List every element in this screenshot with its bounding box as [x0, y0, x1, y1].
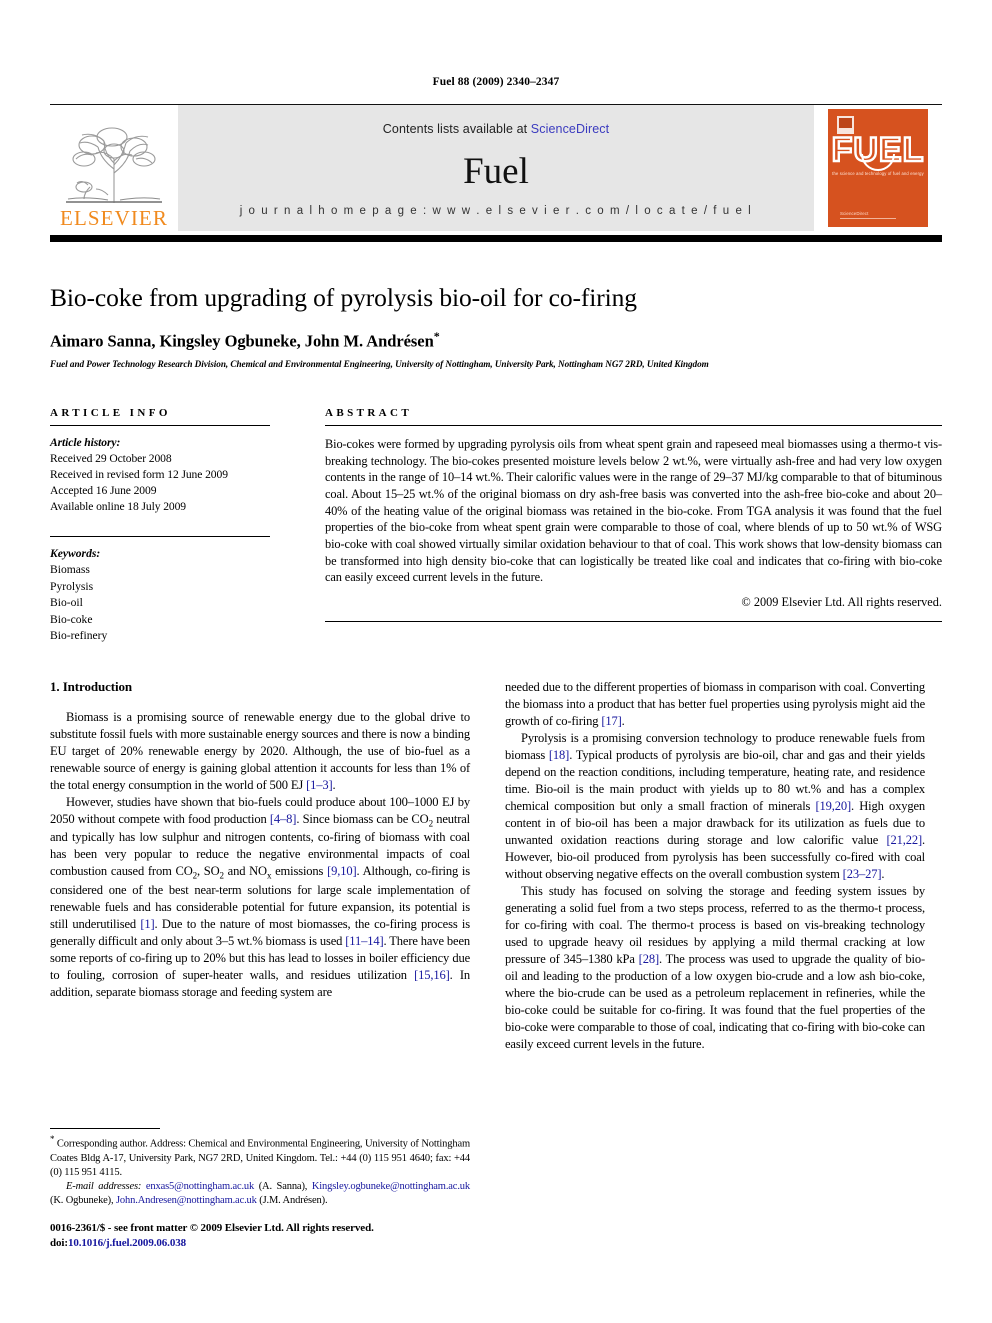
article-page: Fuel 88 (2009) 2340–2347 ELSEVIER Conten…: [0, 0, 992, 1323]
email-owner-sanna: (A. Sanna),: [254, 1180, 312, 1192]
imprint-block: 0016-2361/$ - see front matter © 2009 El…: [50, 1221, 470, 1251]
abstract-heading: ABSTRACT: [325, 407, 413, 420]
info-abstract-region: ARTICLE INFO Article history: Received 2…: [50, 407, 942, 645]
citation-link[interactable]: [9,10]: [327, 864, 357, 878]
footnote-region: * Corresponding author. Address: Chemica…: [50, 1128, 470, 1251]
journal-title: Fuel: [463, 151, 529, 192]
history-item: Available online 18 July 2009: [50, 500, 186, 514]
keyword-item: Bio-oil: [50, 596, 83, 610]
email-owner-andresen: (J.M. Andrésen).: [256, 1194, 328, 1206]
email-label: E-mail addresses:: [66, 1180, 142, 1192]
paragraph: Pyrolysis is a promising conversion tech…: [505, 730, 925, 881]
sciencedirect-link[interactable]: ScienceDirect: [531, 122, 609, 136]
citation-link[interactable]: [23–27]: [843, 867, 882, 881]
paragraph: Biomass is a promising source of renewab…: [50, 709, 470, 792]
author-list: Aimaro Sanna, Kingsley Ogbuneke, John M.…: [50, 329, 942, 352]
abstract-text: Bio-cokes were formed by upgrading pyrol…: [325, 437, 942, 585]
keyword-item: Bio-coke: [50, 612, 93, 626]
elsevier-logo: ELSEVIER: [50, 105, 178, 231]
article-info-column: ARTICLE INFO Article history: Received 2…: [50, 407, 270, 645]
citation-link[interactable]: [18]: [549, 748, 569, 762]
citation-link[interactable]: [11–14]: [345, 934, 383, 948]
history-item: Accepted 16 June 2009: [50, 484, 157, 498]
affiliation: Fuel and Power Technology Research Divis…: [50, 359, 709, 370]
keyword-item: Pyrolysis: [50, 579, 94, 593]
email-link-andresen[interactable]: John.Andresen@nottingham.ac.uk: [116, 1195, 257, 1206]
email-owner-ogbuneke: (K. Ogbuneke),: [50, 1194, 116, 1206]
citation-link[interactable]: [4–8]: [270, 812, 297, 826]
abstract-column: ABSTRACT Bio-cokes were formed by upgrad…: [325, 407, 942, 645]
article-info-rule: [50, 425, 270, 427]
article-info-heading: ARTICLE INFO: [50, 407, 171, 420]
page-title: Bio-coke from upgrading of pyrolysis bio…: [50, 283, 637, 312]
article-history-block: Article history: Received 29 October 200…: [50, 435, 270, 515]
email-link-ogbuneke[interactable]: Kingsley.ogbuneke@nottingham.ac.uk: [312, 1181, 470, 1192]
footnote-rule: [50, 1128, 160, 1130]
running-head: Fuel 88 (2009) 2340–2347: [432, 76, 560, 88]
cover-image: FUEL the science and technology of fuel …: [828, 109, 928, 227]
keywords-label: Keywords:: [50, 547, 101, 560]
author-names: Aimaro Sanna, Kingsley Ogbuneke, John M.…: [50, 331, 434, 351]
paragraph: However, studies have shown that bio-fue…: [50, 794, 470, 1000]
section-title-introduction: 1. Introduction: [50, 678, 133, 694]
paragraph: needed due to the different properties o…: [505, 679, 925, 728]
abstract-copyright: © 2009 Elsevier Ltd. All rights reserved…: [741, 595, 942, 610]
cover-subtitle: the science and technology of fuel and e…: [832, 171, 924, 176]
journal-masthead: ELSEVIER Contents lists available at Sci…: [50, 104, 942, 231]
contents-available-line: Contents lists available at ScienceDirec…: [383, 122, 609, 136]
citation-link[interactable]: [21,22]: [886, 833, 922, 847]
left-column: 1. Introduction Biomass is a promising s…: [50, 679, 470, 1251]
elsevier-tree-icon: [66, 127, 162, 203]
corresponding-author-marker: *: [433, 328, 440, 343]
citation-link[interactable]: [28]: [639, 952, 659, 966]
citation-link[interactable]: [1–3]: [306, 778, 333, 792]
cover-footer: ScienceDirect: [840, 211, 869, 216]
corresponding-author-text: Corresponding author. Address: Chemical …: [50, 1138, 470, 1178]
right-column: needed due to the different properties o…: [505, 679, 925, 1251]
keywords-block: Keywords: Biomass Pyrolysis Bio-oil Bio-…: [50, 546, 270, 645]
citation-link[interactable]: [1]: [140, 917, 154, 931]
citation-link[interactable]: [17]: [601, 714, 621, 728]
journal-homepage-url[interactable]: j o u r n a l h o m e p a g e : w w w . …: [240, 205, 753, 217]
body-columns: 1. Introduction Biomass is a promising s…: [50, 679, 942, 1251]
doi-line: doi:10.1016/j.fuel.2009.06.038: [50, 1236, 470, 1251]
masthead-bottom-rule: [50, 235, 942, 242]
article-history-label: Article history:: [50, 436, 121, 450]
journal-banner: Contents lists available at ScienceDirec…: [178, 105, 814, 231]
front-matter-line: 0016-2361/$ - see front matter © 2009 El…: [50, 1222, 374, 1235]
email-link-sanna[interactable]: enxas5@nottingham.ac.uk: [146, 1181, 254, 1192]
abstract-bottom-rule: [325, 621, 942, 623]
corresponding-author-note: * Corresponding author. Address: Chemica…: [50, 1133, 470, 1180]
keywords-rule: [50, 536, 270, 537]
keyword-item: Biomass: [50, 563, 90, 577]
cover-divider: [840, 218, 896, 219]
doi-label: doi:: [50, 1236, 68, 1249]
contents-prefix: Contents lists available at: [382, 122, 531, 136]
history-item: Received in revised form 12 June 2009: [50, 468, 228, 482]
keyword-item: Bio-refinery: [50, 629, 108, 643]
paragraph: This study has focused on solving the st…: [505, 883, 925, 1051]
abstract-rule: [325, 425, 942, 427]
citation-link[interactable]: [19,20]: [816, 799, 852, 813]
history-item: Received 29 October 2008: [50, 452, 172, 466]
journal-cover-thumbnail: FUEL the science and technology of fuel …: [814, 105, 942, 231]
citation-link[interactable]: [15,16]: [414, 968, 450, 982]
elsevier-wordmark: ELSEVIER: [60, 206, 168, 230]
doi-link[interactable]: 10.1016/j.fuel.2009.06.038: [68, 1237, 186, 1249]
email-addresses-note: E-mail addresses: enxas5@nottingham.ac.u…: [50, 1180, 470, 1208]
